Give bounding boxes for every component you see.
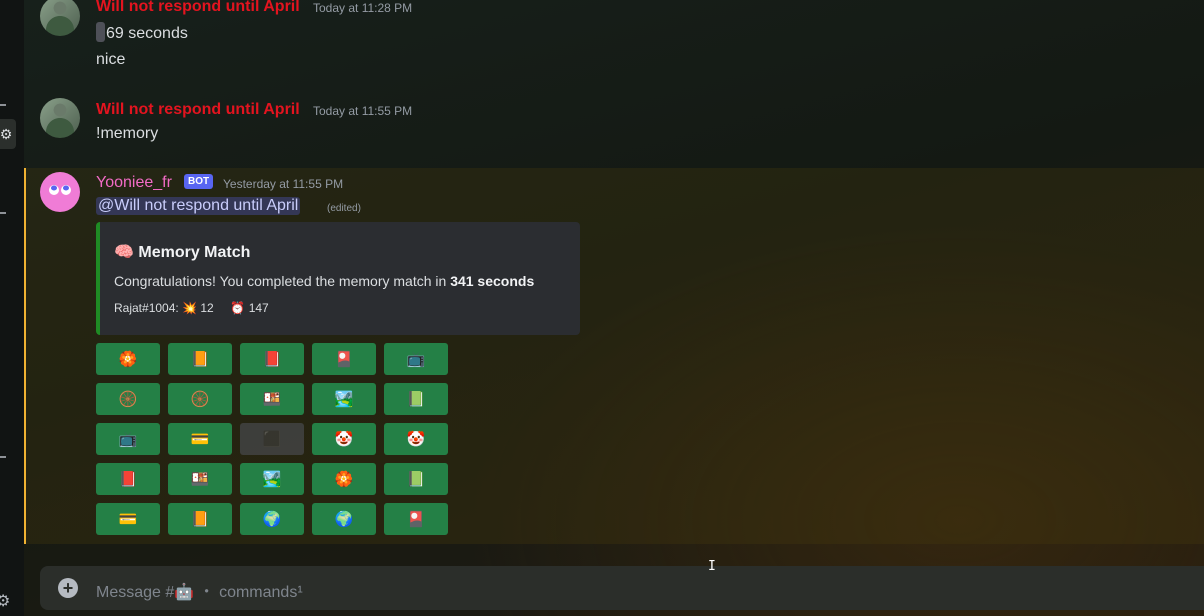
player-tag: Rajat#1004: xyxy=(114,301,179,315)
spoiler-block[interactable] xyxy=(96,22,105,42)
avatar[interactable] xyxy=(40,0,80,36)
embed-stats: Rajat#1004: 💥 12 ⏰ 147 xyxy=(114,301,269,315)
memory-tile-button[interactable]: 🤡 xyxy=(384,423,448,455)
message-line: nice xyxy=(96,51,126,68)
text-cursor-icon: I xyxy=(708,559,716,574)
settings-gear-icon[interactable]: ⚙ xyxy=(0,592,12,612)
message-input[interactable]: Message #🤖 ・ commands¹ xyxy=(96,578,303,602)
avatar[interactable] xyxy=(40,98,80,138)
memory-tile-button[interactable]: 📗 xyxy=(384,463,448,495)
edited-label: (edited) xyxy=(327,203,361,214)
message-composer: + Message #🤖 ・ commands¹ xyxy=(40,566,1204,610)
memory-tile-button[interactable]: 🍱 xyxy=(240,383,304,415)
alarm-clock-icon: ⏰ xyxy=(230,301,246,315)
memory-tile-button[interactable]: 📙 xyxy=(168,343,232,375)
message-line: !memory xyxy=(96,125,159,142)
message-line: 69 seconds xyxy=(96,22,188,43)
server-rail-edge: ⚙ ⚙ xyxy=(0,0,24,616)
memory-tile-button[interactable]: 🌍 xyxy=(240,503,304,535)
memory-tile-button[interactable]: 📺 xyxy=(96,423,160,455)
memory-tile-button[interactable]: 📺 xyxy=(384,343,448,375)
memory-tile-button[interactable]: 🌍 xyxy=(312,503,376,535)
memory-tile-button[interactable]: 🛞 xyxy=(168,383,232,415)
embed-card: 🧠 Memory Match Congratulations! You comp… xyxy=(96,222,580,335)
brain-icon: 🧠 xyxy=(114,244,134,261)
rail-divider xyxy=(0,456,6,458)
memory-tile-button[interactable]: 🛞 xyxy=(96,383,160,415)
message-timestamp: Yesterday at 11:55 PM xyxy=(223,177,344,191)
bot-face-icon xyxy=(49,185,71,195)
rail-divider xyxy=(0,212,6,214)
memory-tile-button[interactable]: 💳 xyxy=(96,503,160,535)
memory-tile-button[interactable]: 📗 xyxy=(384,383,448,415)
memory-tile-button[interactable]: 💳 xyxy=(168,423,232,455)
memory-tile-button[interactable]: ⬛ xyxy=(240,423,304,455)
gear-icon[interactable]: ⚙ xyxy=(0,119,16,149)
avatar[interactable] xyxy=(40,172,80,212)
memory-tile-button[interactable]: 🤡 xyxy=(312,423,376,455)
memory-tile-button[interactable]: 📕 xyxy=(240,343,304,375)
moves-count: 12 xyxy=(200,301,214,315)
memory-tile-button[interactable]: 🏵️ xyxy=(96,343,160,375)
memory-tile-button[interactable]: 📕 xyxy=(96,463,160,495)
user-mention[interactable]: @Will not respond until April xyxy=(96,197,301,215)
memory-tile-button[interactable]: 🎴 xyxy=(384,503,448,535)
memory-tile-button[interactable]: 🎴 xyxy=(312,343,376,375)
rail-divider xyxy=(0,104,6,106)
plus-circle-icon[interactable]: + xyxy=(58,578,78,598)
time-count: 147 xyxy=(248,301,269,315)
collision-icon: 💥 xyxy=(182,301,198,315)
message-author[interactable]: Will not respond until April xyxy=(96,0,300,16)
memory-tile-button[interactable]: 🏞️ xyxy=(240,463,304,495)
bot-badge: BOT xyxy=(184,174,214,189)
memory-tile-button[interactable]: 🏵️ xyxy=(312,463,376,495)
embed-description: Congratulations! You completed the memor… xyxy=(114,273,535,289)
message-author[interactable]: Will not respond until April xyxy=(96,101,300,119)
embed-title: 🧠 Memory Match xyxy=(114,244,251,261)
memory-tile-button[interactable]: 🍱 xyxy=(168,463,232,495)
memory-tile-button[interactable]: 🏞️ xyxy=(312,383,376,415)
message-timestamp: Today at 11:55 PM xyxy=(313,104,413,118)
message-timestamp: Today at 11:28 PM xyxy=(313,1,413,15)
bot-author[interactable]: Yooniee_fr xyxy=(96,174,172,192)
memory-tile-button[interactable]: 📙 xyxy=(168,503,232,535)
